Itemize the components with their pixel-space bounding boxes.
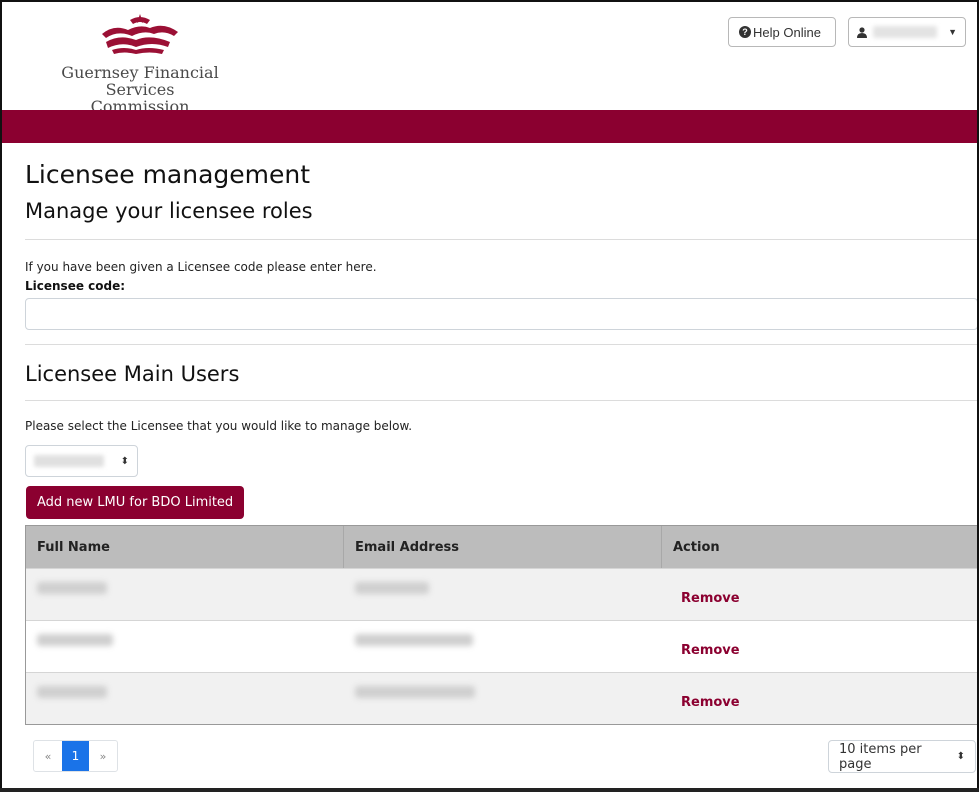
table-row: Remove	[26, 620, 977, 672]
email-cell	[344, 569, 662, 620]
org-name-line1: Guernsey Financial	[61, 63, 219, 82]
page-bottom-edge	[0, 788, 979, 792]
table-row: Remove	[26, 672, 977, 724]
user-icon	[857, 26, 867, 38]
divider	[25, 344, 977, 345]
pagination-prev[interactable]: «	[34, 741, 62, 771]
chevron-down-icon: ▼	[948, 27, 957, 37]
org-name: Guernsey Financial Services Commission	[60, 64, 220, 115]
gfsc-logo[interactable]: Guernsey Financial Services Commission	[60, 12, 220, 115]
licensee-code-label: Licensee code:	[25, 279, 126, 293]
main-users-table: Full Name Email Address Action Remove Re…	[25, 525, 977, 725]
column-header-email[interactable]: Email Address	[344, 526, 662, 568]
redacted-text	[355, 685, 475, 698]
page-title: Licensee management	[25, 160, 311, 189]
help-online-button[interactable]: ? Help Online	[728, 17, 836, 47]
page-subtitle: Manage your licensee roles	[25, 199, 313, 223]
divider	[25, 239, 977, 240]
licensee-select-value-redacted	[34, 455, 104, 467]
pagination-next[interactable]: »	[89, 741, 117, 771]
pagination: « 1 »	[33, 740, 118, 772]
user-menu-button[interactable]: ▼	[848, 17, 966, 47]
question-circle-icon: ?	[739, 26, 751, 38]
licensee-select[interactable]: ⬍	[25, 445, 138, 477]
licensee-code-instruction: If you have been given a Licensee code p…	[25, 260, 377, 274]
redacted-text	[37, 581, 107, 594]
licensee-code-input[interactable]	[25, 298, 977, 330]
table-header: Full Name Email Address Action	[26, 526, 977, 568]
divider	[25, 400, 977, 401]
licensee-select-instruction: Please select the Licensee that you woul…	[25, 419, 413, 433]
items-per-page-select[interactable]: 10 items per page ⬍	[828, 740, 976, 773]
full-name-cell	[26, 621, 344, 672]
remove-link[interactable]: Remove	[673, 643, 740, 658]
sort-arrows-icon: ⬍	[956, 751, 965, 762]
action-cell: Remove	[662, 673, 977, 724]
pagination-page-1[interactable]: 1	[62, 741, 89, 771]
email-cell	[344, 673, 662, 724]
items-per-page-label: 10 items per page	[839, 741, 922, 772]
lion-crest-icon	[102, 14, 178, 54]
sort-arrows-icon: ⬍	[120, 455, 129, 467]
remove-link[interactable]: Remove	[673, 695, 740, 710]
full-name-cell	[26, 673, 344, 724]
section-heading-main-users: Licensee Main Users	[25, 362, 240, 386]
add-lmu-button[interactable]: Add new LMU for BDO Limited	[26, 486, 245, 519]
column-header-action: Action	[673, 539, 720, 555]
redacted-text	[355, 633, 473, 646]
redacted-text	[37, 633, 113, 646]
column-header-full-name[interactable]: Full Name	[26, 526, 344, 568]
redacted-text	[37, 685, 107, 698]
help-online-label: Help Online	[753, 24, 821, 40]
user-name-redacted	[873, 26, 937, 38]
remove-link[interactable]: Remove	[673, 591, 740, 606]
full-name-cell	[26, 569, 344, 620]
brand-band	[2, 110, 977, 143]
action-cell: Remove	[662, 621, 977, 672]
redacted-text	[355, 581, 429, 594]
app-window: Guernsey Financial Services Commission ?…	[0, 0, 979, 792]
table-row: Remove	[26, 568, 977, 620]
site-header: Guernsey Financial Services Commission ?…	[2, 2, 977, 115]
email-cell	[344, 621, 662, 672]
action-cell: Remove	[662, 569, 977, 620]
